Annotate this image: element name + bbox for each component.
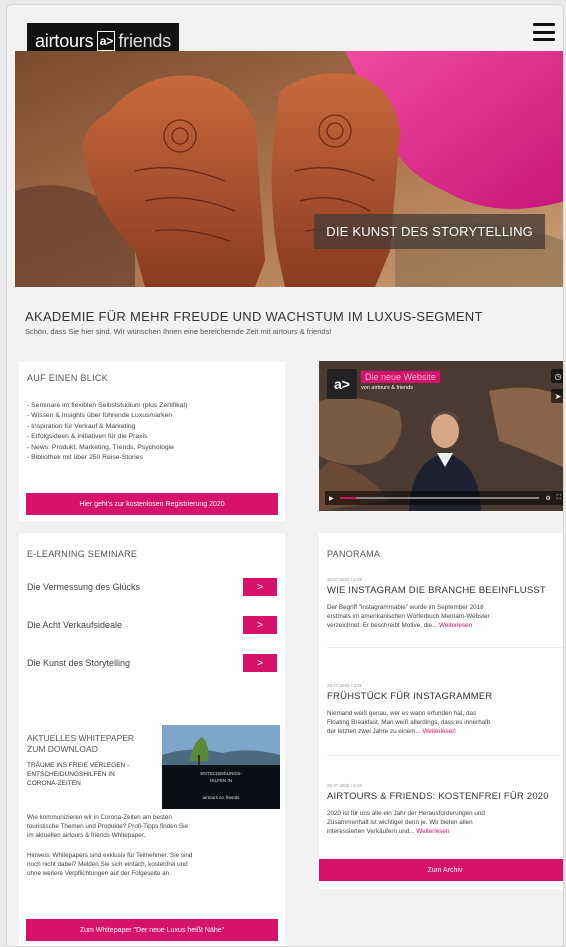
post-date: 28.07.2020 / 8:46 [327,783,363,788]
post-title[interactable]: AIRTOURS & FRIENDS: KOSTENFREI FÜR 2020 [327,791,549,802]
whitepaper-thumbnail[interactable]: ENTSCHEIDUNGS- HILFEN IN airtours a> fri… [162,725,280,809]
post-excerpt: 2020 ist für uns alle ein Jahr der Herau… [327,810,485,836]
play-icon[interactable]: ▶ [329,495,334,502]
post-excerpt: Niemand weiß genau, wer es wann erfunden… [327,710,491,736]
gear-icon[interactable]: ⚙ [545,495,550,502]
whitepaper-button[interactable]: Zum Whitepaper "Der neue Luxus heißt Näh… [26,919,278,941]
overview-title: AUF EINEN BLICK [27,373,109,383]
read-more-link[interactable]: Weiterlesen [423,728,456,735]
list-item: - Inspiration für Verkauf & Marketing [27,422,136,430]
whitepaper-description: Wie kommunizieren wir in Corona-Zeiten a… [27,814,189,840]
read-more-link[interactable]: Weiterlesen [416,828,449,835]
fullscreen-icon[interactable]: ⛶ [557,495,561,502]
intro-text: Schön, dass Sie hier sind. Wir wünschen … [25,327,332,336]
post-title[interactable]: FRÜHSTÜCK FÜR INSTAGRAMMER [327,691,492,702]
post-title[interactable]: WIE INSTAGRAM DIE BRANCHE BEEINFLUSST [327,585,546,596]
list-item: - News: Produkt, Marketing, Trends, Psyc… [27,443,174,451]
page-frame: airtours a> friends DIE KUNST DES STORYT… [6,4,564,947]
logo-mark-icon: a> [97,31,116,51]
seminar-label: Die Acht Verkaufsideale [27,620,123,630]
list-item: - Wissen & Insights über führende Luxusm… [27,412,173,420]
whitepaper-title: AKTUELLES WHITEPAPER ZUM DOWNLOAD [27,733,135,754]
overview-list: - Seminare im flexiblen Selbststudium (p… [27,401,188,463]
overview-card: AUF EINEN BLICK - Seminare im flexiblen … [19,361,285,521]
video-player[interactable]: a> Die neue Website von airtours & frien… [319,361,563,511]
video-controls: ▶ ⚙ ⛶ [325,491,563,505]
video-progress[interactable] [339,497,540,499]
panorama-title: PANORAMA [327,549,381,559]
chevron-right-icon[interactable]: > [243,616,277,634]
hero-caption[interactable]: DIE KUNST DES STORYTELLING [314,214,545,249]
archive-button[interactable]: Zum Archiv [319,859,563,881]
list-item: - Erfolgsideen & Initiativen für die Pra… [27,433,148,441]
divider [327,647,563,648]
video-subtitle: von airtours & friends [361,385,413,391]
hero-image [15,51,563,287]
share-icon[interactable]: ➤ [551,389,563,403]
seminar-item[interactable]: Die Vermessung des Glücks > [27,577,277,597]
panorama-card: PANORAMA 30.07.2020 / 4:05 WIE INSTAGRAM… [319,533,563,889]
hamburger-menu-icon[interactable] [533,23,555,41]
chevron-right-icon[interactable]: > [243,578,277,596]
post-excerpt: Der Begriff "instagrammable" wurde im Se… [327,604,490,630]
page-title: AKADEMIE FÜR MEHR FREUDE UND WACHSTUM IM… [25,309,483,324]
whitepaper-note: Hinweis: Whitepapers sind exklusiv für T… [27,852,193,878]
seminar-label: Die Kunst des Storytelling [27,658,131,668]
chevron-right-icon[interactable]: > [243,654,277,672]
post-date: 30.07.2020 / 4:05 [327,577,363,582]
logo-text-left: airtours [35,30,94,51]
clock-icon[interactable]: ◷ [551,369,563,383]
seminars-title: E-LEARNING SEMINARE [27,549,138,559]
post-date: 29.07.2020 / 3:31 [327,683,363,688]
seminar-label: Die Vermessung des Glücks [27,582,141,592]
hero-banner[interactable]: DIE KUNST DES STORYTELLING [15,51,563,287]
registration-button[interactable]: Hier geht's zur kostenlosen Registrierun… [26,493,278,515]
logo-text-right: friends [118,30,171,51]
divider [327,755,563,756]
seminar-item[interactable]: Die Kunst des Storytelling > [27,653,277,673]
video-channel-logo[interactable]: a> [327,369,357,399]
list-item: - Bibliothek mit über 250 Reise-Stories [27,454,143,462]
read-more-link[interactable]: Weiterlesen [439,622,472,629]
list-item: - Seminare im flexiblen Selbststudium (p… [27,402,188,409]
seminar-item[interactable]: Die Acht Verkaufsideale > [27,615,277,635]
whitepaper-subtitle: TRÄUME INS FREIE VERLEGEN - ENTSCHEIDUNG… [27,762,130,787]
video-title[interactable]: Die neue Website [361,371,440,383]
